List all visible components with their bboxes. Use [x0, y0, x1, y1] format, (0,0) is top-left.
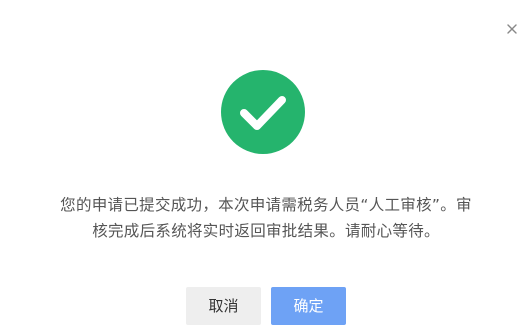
close-icon[interactable]	[505, 22, 519, 36]
confirm-button[interactable]: 确定	[271, 287, 346, 325]
message-line-1: 您的申请已提交成功，本次申请需税务人员“人工审核”。审	[60, 196, 472, 214]
message-text: 您的申请已提交成功，本次申请需税务人员“人工审核”。审 核完成后系统将实时返回审…	[0, 192, 532, 244]
message-line-2: 核完成后系统将实时返回审批结果。请耐心等待。	[92, 222, 440, 240]
cancel-button[interactable]: 取消	[186, 287, 261, 325]
success-dialog: 您的申请已提交成功，本次申请需税务人员“人工审核”。审 核完成后系统将实时返回审…	[0, 0, 532, 330]
button-group: 取消 确定	[0, 287, 532, 325]
success-check-icon	[221, 70, 305, 154]
